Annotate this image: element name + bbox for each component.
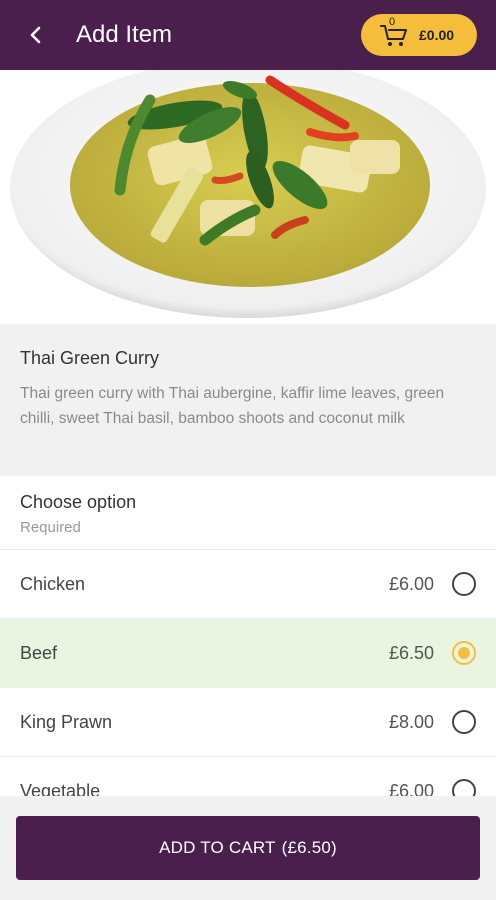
option-row-vegetable[interactable]: Vegetable £6.00 bbox=[0, 757, 496, 796]
option-row-chicken[interactable]: Chicken £6.00 bbox=[0, 550, 496, 619]
option-price: £6.00 bbox=[388, 573, 434, 594]
add-to-cart-label: ADD TO CART bbox=[159, 838, 276, 857]
app-bar: Add Item 0 £0.00 bbox=[0, 0, 496, 70]
option-row-beef[interactable]: Beef £6.50 bbox=[0, 619, 496, 688]
item-details: Thai Green Curry Thai green curry with T… bbox=[0, 324, 496, 476]
back-button[interactable] bbox=[8, 0, 64, 70]
option-group: Choose option Required Chicken £6.00 Bee… bbox=[0, 476, 496, 796]
radio-button[interactable] bbox=[452, 710, 476, 734]
option-row-king-prawn[interactable]: King Prawn £8.00 bbox=[0, 688, 496, 757]
cart-count-badge: 0 bbox=[389, 16, 396, 28]
item-description: Thai green curry with Thai aubergine, ka… bbox=[20, 385, 445, 427]
option-group-title: Choose option bbox=[20, 492, 137, 512]
radio-button[interactable] bbox=[452, 572, 476, 596]
option-required-label: Required bbox=[20, 519, 81, 536]
option-price: £8.00 bbox=[388, 711, 434, 732]
item-name: Thai Green Curry bbox=[20, 348, 160, 368]
option-label: Vegetable bbox=[20, 780, 101, 797]
footer-bar: ADD TO CART (£6.50) bbox=[0, 796, 496, 900]
cart-total: £0.00 bbox=[419, 27, 455, 43]
option-price: £6.50 bbox=[388, 642, 434, 663]
radio-button[interactable] bbox=[452, 779, 476, 796]
radio-button-selected[interactable] bbox=[452, 641, 476, 665]
option-label: Chicken bbox=[20, 573, 86, 594]
option-group-header: Choose option Required bbox=[0, 476, 496, 550]
item-image bbox=[0, 70, 496, 324]
cart-icon: 0 bbox=[379, 16, 411, 50]
cart-button[interactable]: 0 £0.00 bbox=[361, 14, 477, 56]
add-to-cart-price: (£6.50) bbox=[281, 838, 337, 857]
expand-icon[interactable] bbox=[444, 274, 474, 304]
option-price: £6.00 bbox=[388, 780, 434, 797]
arrow-left-icon bbox=[30, 26, 41, 44]
option-label: King Prawn bbox=[20, 711, 113, 732]
page-title: Add Item bbox=[76, 21, 173, 48]
add-to-cart-button[interactable]: ADD TO CART (£6.50) bbox=[16, 816, 480, 880]
option-label: Beef bbox=[20, 642, 58, 663]
